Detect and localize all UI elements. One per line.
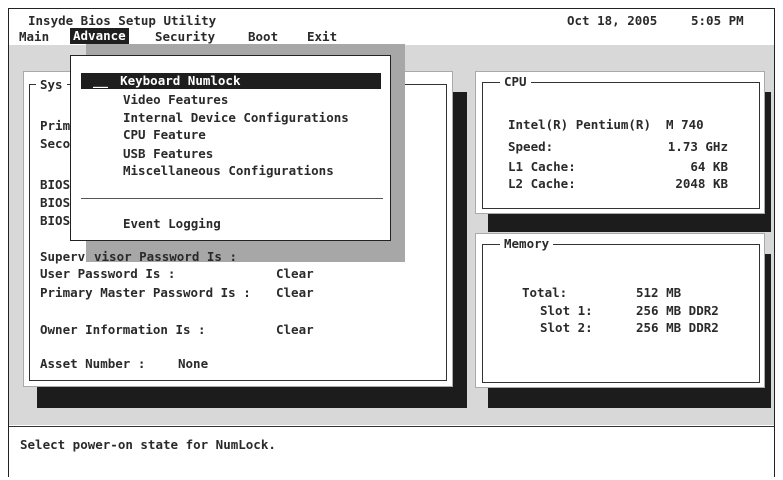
user-password-value: Clear — [276, 266, 314, 281]
row-bios-3: BIOS — [40, 213, 71, 228]
memory-slot2-label: Slot 2: — [540, 320, 593, 335]
owner-info-label: Owner Information Is : — [40, 322, 206, 337]
menu-exit[interactable]: Exit — [307, 29, 337, 44]
dropdown-item-usb-features[interactable]: USB Features — [123, 146, 423, 162]
status-help-text: Select power-on state for NumLock. — [20, 437, 276, 452]
l1-cache-label: L1 Cache: — [508, 159, 576, 174]
l2-cache-value: 2048 KB — [675, 176, 728, 191]
date-display: Oct 18, 2005 — [567, 13, 658, 28]
cpu-panel-title: CPU — [500, 75, 531, 89]
menu-main[interactable]: Main — [19, 29, 49, 44]
dropdown-item-misc-config[interactable]: Miscellaneous Configurations — [123, 163, 423, 179]
memory-panel-title: Memory — [500, 237, 554, 251]
row-bios-1: BIOS — [40, 177, 71, 192]
row-primary: Prim — [40, 118, 71, 133]
memory-total-label: Total: — [522, 285, 568, 300]
menu-security[interactable]: Security — [155, 29, 215, 44]
cpu-speed-label: Speed: — [508, 139, 554, 154]
advance-dropdown: __ Keyboard Numlock Video Features Intern… — [70, 55, 391, 241]
menu-boot[interactable]: Boot — [248, 29, 278, 44]
dropdown-item-cpu-feature[interactable]: CPU Feature — [123, 127, 423, 143]
dropdown-separator — [81, 198, 383, 199]
dropdown-item-keyboard-numlock[interactable]: __ Keyboard Numlock — [81, 73, 381, 89]
row-bios-2: BIOS — [40, 195, 71, 210]
l1-cache-value: 64 KB — [690, 159, 728, 174]
cpu-model: Intel(R) Pentium(R) M 740 — [508, 117, 704, 132]
l2-cache-label: L2 Cache: — [508, 176, 576, 191]
owner-info-value: Clear — [276, 322, 314, 337]
memory-slot1-value: 256 MB DDR2 — [636, 303, 719, 318]
asset-number-value: None — [178, 356, 209, 371]
master-password-label: Primary Master Password Is : — [40, 285, 251, 300]
memory-panel: Memory — [475, 233, 765, 388]
row-secondary: Seco — [40, 136, 71, 151]
memory-total-value: 512 MB — [636, 285, 682, 300]
menu-advance[interactable]: Advance — [70, 28, 129, 44]
master-password-value: Clear — [276, 285, 314, 300]
cpu-speed-value: 1.73 GHz — [667, 139, 728, 154]
supervisor-password-label: visor Password Is : — [94, 249, 237, 264]
memory-slot2-value: 256 MB DDR2 — [636, 320, 719, 335]
memory-slot1-label: Slot 1: — [540, 303, 593, 318]
app-title: Insyde Bios Setup Utility — [28, 13, 217, 28]
time-display: 5:05 PM — [691, 13, 744, 28]
system-info-title: Sys — [36, 78, 67, 92]
supervisor-prefix: Superv — [40, 249, 86, 264]
dropdown-item-event-logging[interactable]: Event Logging — [123, 216, 423, 232]
dropdown-item-video-features[interactable]: Video Features — [123, 92, 423, 108]
user-password-label: User Password Is : — [40, 266, 176, 281]
asset-number-label: Asset Number : — [40, 356, 146, 371]
dropdown-item-internal-device[interactable]: Internal Device Configurations — [123, 110, 423, 126]
